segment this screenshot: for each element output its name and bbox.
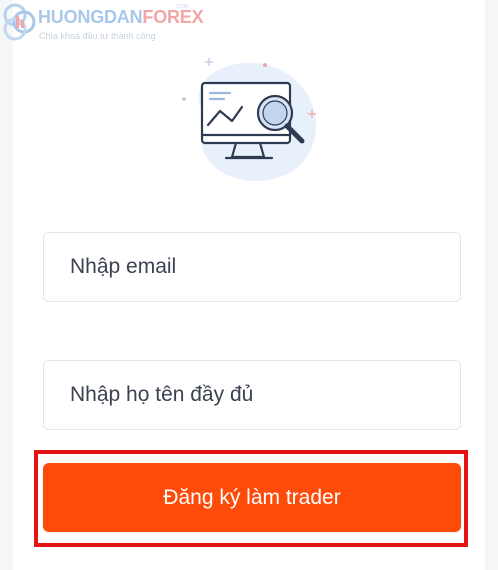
register-trader-button[interactable]: Đăng ký làm trader [43,463,461,532]
logo-mark-icon [3,3,36,41]
email-input[interactable] [43,232,461,302]
sparkle-dot [263,63,267,67]
fullname-input[interactable] [43,360,461,430]
brand-name-part1: HUONGDAN [38,7,143,27]
sparkle-dot [182,97,186,101]
brand-name: HUONGDANFOREX [38,7,204,27]
brand-tagline: Chìa khoá đầu tư thành công [39,31,156,41]
brand-suffix: .COM [175,4,189,10]
chart-analysis-icon [182,58,317,182]
brand-name-part2: FOREX [142,7,204,27]
sparkle-icon [205,58,213,66]
brand-logo: HUONGDANFOREX .COM Chìa khoá đầu tư thàn… [0,0,204,48]
